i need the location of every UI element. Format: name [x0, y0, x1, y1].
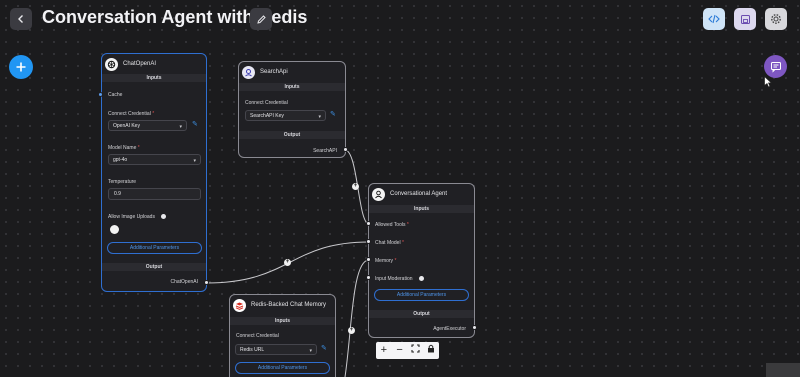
node-title: Conversational Agent — [390, 191, 448, 197]
temperature-label: Temperature — [108, 179, 137, 185]
model-name-select[interactable]: gpt-4o ▾ — [108, 154, 201, 165]
redis-logo-icon — [233, 298, 246, 312]
inputs-header: Inputs — [230, 317, 335, 325]
node-redis-chat-memory[interactable]: Redis-Backed Chat Memory Inputs Connect … — [229, 294, 336, 377]
edit-credential-icon[interactable]: ✎ — [330, 110, 336, 118]
credential-select[interactable]: Redis URL ▾ — [235, 344, 317, 355]
cache-input-handle[interactable] — [98, 92, 103, 97]
additional-parameters-button[interactable]: Additional Parameters — [107, 242, 202, 254]
credential-value: OpenAI Key — [113, 122, 140, 129]
searchapi-logo-icon — [242, 65, 255, 79]
chevron-down-icon: ▾ — [179, 124, 182, 130]
model-name-value: gpt-4o — [113, 156, 128, 163]
inputs-header: Inputs — [239, 83, 345, 91]
inputs-header: Inputs — [102, 74, 206, 82]
chatopenai-output-handle[interactable] — [204, 280, 209, 285]
node-searchapi[interactable]: SearchApi Inputs Connect Credential Sear… — [238, 61, 346, 158]
output-header: Output — [369, 310, 474, 318]
credential-select[interactable]: SearchAPI Key ▾ — [245, 110, 326, 121]
output-header: Output — [239, 131, 345, 139]
node-header: ChatOpenAI — [102, 54, 206, 74]
memory-label: Memory * — [375, 258, 397, 264]
node-title: SearchApi — [260, 69, 288, 75]
chevron-down-icon: ▾ — [193, 158, 196, 164]
additional-parameters-button[interactable]: Additional Parameters — [374, 289, 469, 301]
chat-model-handle[interactable] — [366, 239, 371, 244]
chat-model-label: Chat Model * — [375, 240, 404, 246]
output-name: AgentExecutor — [433, 326, 466, 332]
node-chatopenai[interactable]: ChatOpenAI Inputs Cache Connect Credenti… — [101, 53, 207, 292]
searchapi-output-handle[interactable] — [343, 147, 348, 152]
edit-credential-icon[interactable]: ✎ — [321, 344, 327, 352]
fit-view-button[interactable] — [408, 342, 422, 359]
edit-credential-icon[interactable]: ✎ — [192, 120, 198, 128]
credential-label: Connect Credential * — [108, 111, 155, 117]
credential-label: Connect Credential — [245, 100, 288, 106]
node-header: SearchApi — [239, 62, 345, 82]
corner-overlay — [766, 363, 800, 377]
credential-value: Redis URL — [240, 346, 265, 353]
additional-parameters-button[interactable]: Additional Parameters — [235, 362, 330, 374]
info-icon[interactable] — [160, 214, 166, 220]
zoom-out-button[interactable]: − — [393, 342, 407, 359]
inputs-header: Inputs — [369, 205, 474, 213]
temperature-input[interactable]: 0.9 — [108, 188, 201, 200]
node-conversational-agent[interactable]: Conversational Agent Inputs Allowed Tool… — [368, 183, 475, 338]
node-title: Redis-Backed Chat Memory — [251, 302, 327, 308]
credential-value: SearchAPI Key — [250, 112, 284, 119]
chevron-down-icon: ▾ — [318, 114, 321, 120]
agent-output-handle[interactable] — [472, 325, 477, 330]
lock-button[interactable] — [424, 342, 438, 359]
chevron-down-icon: ▾ — [309, 348, 312, 354]
model-name-label: Model Name * — [108, 145, 140, 151]
image-uploads-label: Allow Image Uploads — [108, 214, 166, 220]
lock-icon — [428, 344, 435, 353]
credential-select[interactable]: OpenAI Key ▾ — [108, 120, 187, 131]
output-name: SearchAPI — [313, 148, 337, 154]
memory-handle[interactable] — [366, 257, 371, 262]
fit-view-icon — [411, 344, 420, 353]
input-moderation-label: Input Moderation — [375, 276, 424, 282]
openai-logo-icon — [105, 57, 118, 71]
edge-add-marker[interactable]: + — [284, 259, 291, 266]
zoom-controls: + − — [376, 342, 439, 359]
allowed-tools-handle[interactable] — [366, 221, 371, 226]
output-name: ChatOpenAI — [170, 279, 198, 285]
credential-label: Connect Credential — [236, 333, 279, 339]
node-header: Redis-Backed Chat Memory — [230, 295, 335, 315]
agent-logo-icon — [372, 187, 385, 201]
zoom-in-button[interactable]: + — [377, 342, 391, 359]
node-header: Conversational Agent — [369, 184, 474, 204]
input-moderation-handle[interactable] — [366, 275, 371, 280]
allowed-tools-label: Allowed Tools * — [375, 222, 409, 228]
image-uploads-toggle[interactable] — [110, 225, 119, 234]
cache-label: Cache — [108, 92, 123, 98]
node-title: ChatOpenAI — [123, 61, 157, 67]
info-icon[interactable] — [418, 276, 424, 282]
output-header: Output — [102, 263, 206, 271]
edge-add-marker[interactable]: + — [352, 183, 359, 190]
edge-add-marker[interactable]: + — [348, 327, 355, 334]
